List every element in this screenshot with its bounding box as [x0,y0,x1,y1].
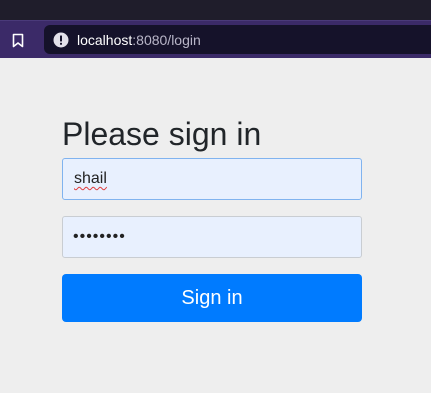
url-path: :8080/login [132,32,201,48]
bookmark-button[interactable] [9,31,27,49]
sign-in-button[interactable]: Sign in [62,274,362,322]
info-icon[interactable] [53,32,69,48]
window-title-bar [0,0,431,20]
address-bar[interactable]: localhost:8080/login [44,25,431,54]
password-input[interactable] [62,216,362,258]
url-text: localhost:8080/login [77,32,201,48]
bookmark-icon [12,33,24,47]
page-title: Please sign in [62,116,262,152]
browser-toolbar: localhost:8080/login [0,20,431,58]
url-host: localhost [77,32,133,48]
login-page: Please sign in shail Sign in [0,58,431,393]
username-input[interactable] [62,158,362,200]
